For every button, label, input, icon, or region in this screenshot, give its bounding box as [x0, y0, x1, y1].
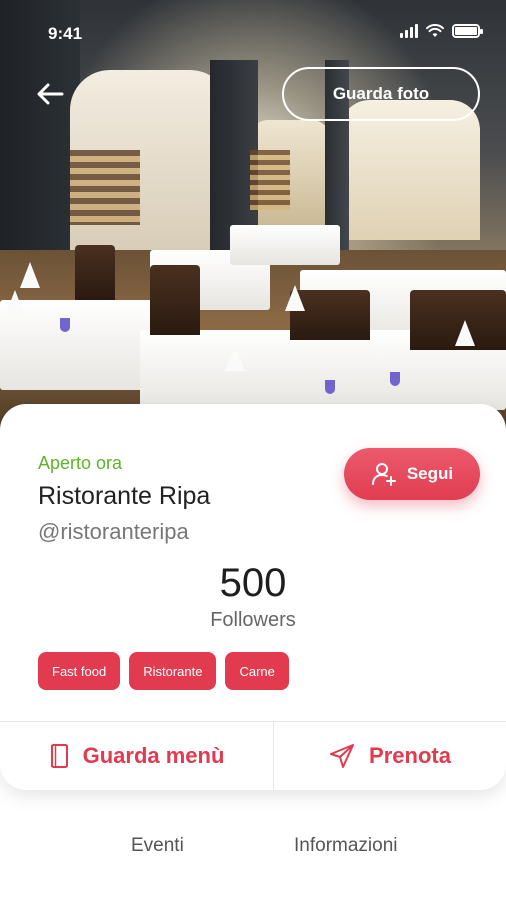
restaurant-handle: @ristoranteripa — [38, 519, 189, 544]
view-menu-button[interactable]: Guarda menù — [0, 722, 273, 790]
status-time: 9:41 — [48, 24, 83, 43]
battery-icon — [452, 24, 483, 38]
tag-carne[interactable]: Carne — [225, 652, 289, 690]
followers-label: Followers — [210, 609, 296, 631]
arrow-left-icon — [37, 83, 64, 105]
user-add-icon — [371, 463, 396, 486]
follow-button[interactable]: Segui — [344, 448, 480, 500]
status-icons — [400, 24, 483, 38]
book-label: Prenota — [369, 743, 451, 768]
restaurant-name: Ristorante Ripa — [38, 482, 211, 510]
tab-information[interactable]: Informazioni — [294, 835, 398, 857]
open-status-label: Aperto ora — [38, 453, 123, 473]
restaurant-info-card: Aperto ora Ristorante Ripa @ristoranteri… — [0, 404, 506, 790]
tag-fast-food[interactable]: Fast food — [38, 652, 121, 690]
category-tags: Fast food Ristorante Carne — [38, 652, 289, 690]
status-bar: 9:41 — [0, 0, 506, 60]
view-photos-button[interactable]: Guarda foto — [282, 67, 480, 121]
followers-count: 500 — [219, 561, 287, 605]
signal-icon — [400, 24, 418, 38]
send-icon — [330, 744, 355, 768]
restaurant-hero-image — [0, 0, 506, 440]
follow-button-label: Segui — [406, 464, 454, 483]
tag-ristorante[interactable]: Ristorante — [129, 652, 217, 690]
book-button[interactable]: Prenota — [274, 722, 506, 790]
tab-events[interactable]: Eventi — [131, 835, 184, 857]
wifi-icon — [426, 24, 444, 37]
view-menu-label: Guarda menù — [82, 743, 225, 768]
menu-book-icon — [50, 744, 68, 768]
back-button[interactable] — [30, 74, 70, 114]
